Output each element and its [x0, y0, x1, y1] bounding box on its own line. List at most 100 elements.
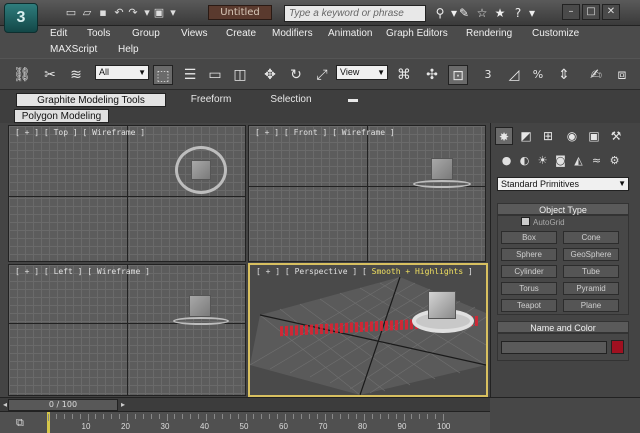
object-name-input[interactable] — [501, 341, 607, 354]
track-bar[interactable]: ⧉ 10 20 30 40 50 60 70 80 90 100 — [0, 411, 490, 433]
plane-button[interactable]: Plane — [563, 299, 619, 312]
star-icon[interactable]: ☆ — [474, 5, 490, 21]
select-by-name-icon[interactable]: ☰ — [180, 65, 200, 85]
menu-maxscript[interactable]: MAXScript — [50, 44, 97, 55]
geometry-icon[interactable]: ● — [499, 153, 514, 168]
reference-coordinate-dropdown[interactable]: View ▼ — [336, 65, 388, 80]
unlink-icon[interactable]: ✂ — [40, 65, 60, 85]
favorites-icon[interactable]: ★ — [492, 5, 508, 21]
viewport-name[interactable]: Perspective — [295, 267, 348, 276]
next-frame-icon[interactable]: ▸ — [118, 399, 128, 411]
menu-help[interactable]: Help — [118, 44, 139, 55]
viewport-shading[interactable]: Wireframe — [92, 128, 135, 137]
box-object[interactable] — [189, 295, 211, 317]
box-object[interactable] — [191, 160, 211, 180]
edit-named-selection-icon[interactable]: ✍ — [586, 65, 606, 85]
torus-button[interactable]: Torus — [501, 282, 557, 295]
curve-editor-icon[interactable]: ⧉ — [16, 416, 30, 430]
application-button[interactable]: 3 — [4, 3, 38, 33]
ribbon-minimize-icon[interactable]: ▬ — [344, 93, 362, 107]
menu-create[interactable]: Create — [226, 28, 256, 39]
cylinder-button[interactable]: Cylinder — [501, 265, 557, 278]
percent-snap-icon[interactable]: % — [528, 65, 548, 85]
subscription-icon[interactable]: ✎ — [456, 5, 472, 21]
viewport-menu[interactable]: + — [265, 128, 270, 137]
redo-icon[interactable]: ↷ — [126, 7, 140, 19]
viewport-perspective[interactable]: [ + ] [ Perspective ] [ Smooth + Highlig… — [248, 263, 488, 397]
snaps-toggle-icon[interactable]: 3 — [478, 65, 498, 85]
spinner-snap-icon[interactable]: ⇕ — [554, 65, 574, 85]
viewport-name[interactable]: Front — [294, 128, 318, 137]
hierarchy-tab-icon[interactable]: ⊞ — [539, 127, 557, 145]
chevron-down-icon[interactable]: ▾ — [166, 7, 180, 19]
box-object[interactable] — [428, 291, 456, 319]
helpers-icon[interactable]: ◭ — [571, 153, 586, 168]
maximize-button[interactable]: □ — [582, 4, 600, 20]
mirror-icon[interactable]: ⧈ — [612, 65, 632, 85]
sphere-button[interactable]: Sphere — [501, 248, 557, 261]
viewport-shading[interactable]: Wireframe — [97, 267, 140, 276]
utilities-tab-icon[interactable]: ⚒ — [607, 127, 625, 145]
viewport-name[interactable]: Top — [54, 128, 68, 137]
scale-icon[interactable]: ⤢ — [312, 65, 332, 85]
torus-object[interactable] — [413, 180, 471, 188]
object-color-swatch[interactable] — [611, 340, 624, 354]
tab-selection[interactable]: Selection — [256, 93, 326, 107]
systems-icon[interactable]: ⚙ — [607, 153, 622, 168]
tube-button[interactable]: Tube — [563, 265, 619, 278]
rectangular-selection-icon[interactable]: ▭ — [205, 65, 225, 85]
display-tab-icon[interactable]: ▣ — [585, 127, 603, 145]
create-tab-icon[interactable]: ✸ — [495, 127, 513, 145]
lights-icon[interactable]: ☀ — [535, 153, 550, 168]
menu-customize[interactable]: Customize — [532, 28, 579, 39]
box-button[interactable]: Box — [501, 231, 557, 244]
viewport-label[interactable]: [ + ] [ Perspective ] [ Smooth + Highlig… — [256, 267, 473, 276]
menu-group[interactable]: Group — [132, 28, 160, 39]
menu-rendering[interactable]: Rendering — [466, 28, 512, 39]
autogrid-checkbox[interactable] — [521, 217, 530, 226]
move-icon[interactable]: ✥ — [260, 65, 280, 85]
box-object[interactable] — [431, 158, 453, 180]
menu-graph-editors[interactable]: Graph Editors — [386, 28, 448, 39]
modify-tab-icon[interactable]: ◩ — [517, 127, 535, 145]
shapes-icon[interactable]: ◐ — [517, 153, 532, 168]
pyramid-button[interactable]: Pyramid — [563, 282, 619, 295]
viewport-shading[interactable]: Smooth + Highlights — [372, 267, 464, 276]
sub-tab-polygon-modeling[interactable]: Polygon Modeling — [14, 109, 109, 123]
close-button[interactable]: ✕ — [602, 4, 620, 20]
pivot-center-icon[interactable]: ⌘ — [394, 65, 414, 85]
viewport-menu[interactable]: + — [266, 267, 271, 276]
selection-filter-dropdown[interactable]: All ▼ — [95, 65, 149, 80]
open-icon[interactable]: ▱ — [80, 7, 94, 19]
menu-tools[interactable]: Tools — [87, 28, 110, 39]
keyboard-shortcut-override-icon[interactable]: ⊡ — [448, 65, 468, 85]
search-input[interactable]: Type a keyword or phrase — [284, 5, 426, 22]
select-object-icon[interactable]: ⬚ — [153, 65, 173, 85]
menu-views[interactable]: Views — [181, 28, 208, 39]
viewport-top[interactable]: [ + ] [ Top ] [ Wireframe ] — [8, 125, 246, 262]
link-icon[interactable]: ⛓ — [12, 65, 32, 85]
viewport-label[interactable]: [ + ] [ Front ] [ Wireframe ] — [255, 128, 395, 137]
object-type-rollout-header[interactable]: Object Type — [497, 203, 629, 215]
new-icon[interactable]: ▭ — [64, 7, 78, 19]
viewport-label[interactable]: [ + ] [ Top ] [ Wireframe ] — [15, 128, 145, 137]
viewport-left[interactable]: [ + ] [ Left ] [ Wireframe ] — [8, 264, 246, 396]
project-icon[interactable]: ▣ — [152, 7, 166, 19]
geosphere-button[interactable]: GeoSphere — [563, 248, 619, 261]
tab-freeform[interactable]: Freeform — [176, 93, 246, 107]
minimize-button[interactable]: – — [562, 4, 580, 20]
tab-graphite-modeling-tools[interactable]: Graphite Modeling Tools — [16, 93, 166, 107]
motion-tab-icon[interactable]: ◉ — [563, 127, 581, 145]
save-icon[interactable]: ▪ — [96, 7, 110, 19]
spacewarps-icon[interactable]: ≈ — [589, 153, 604, 168]
menu-modifiers[interactable]: Modifiers — [272, 28, 313, 39]
viewport-menu[interactable]: + — [25, 267, 30, 276]
primitive-category-dropdown[interactable]: Standard Primitives ▼ — [497, 177, 629, 191]
select-manipulate-icon[interactable]: ✣ — [422, 65, 442, 85]
viewport-label[interactable]: [ + ] [ Left ] [ Wireframe ] — [15, 267, 150, 276]
menu-animation[interactable]: Animation — [328, 28, 372, 39]
window-crossing-icon[interactable]: ◫ — [230, 65, 250, 85]
chevron-down-icon[interactable]: ▾ — [524, 5, 540, 21]
undo-icon[interactable]: ↶ — [112, 7, 126, 19]
rotate-icon[interactable]: ↻ — [286, 65, 306, 85]
